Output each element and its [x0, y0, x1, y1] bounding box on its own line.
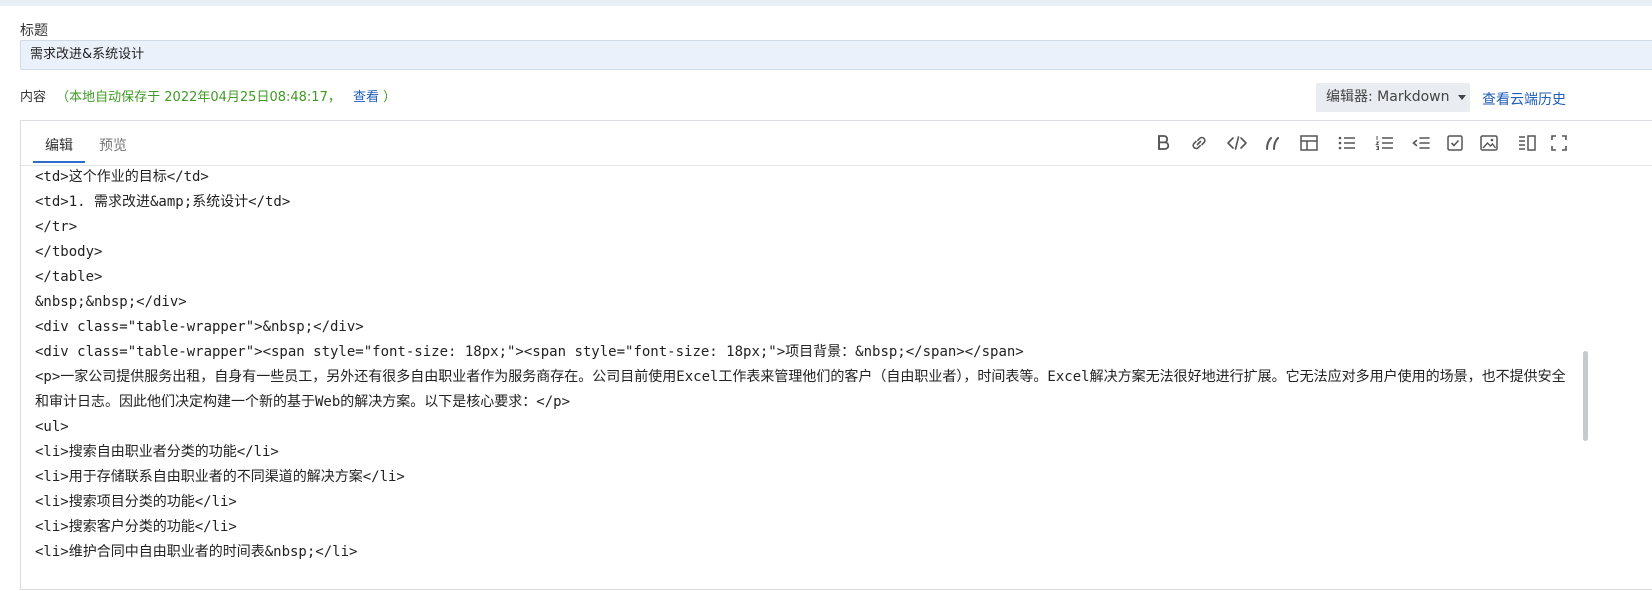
code-line: <li>用于存储联系自由职业者的不同渠道的解决方案</li> — [35, 469, 405, 485]
outdent-icon[interactable] — [1409, 131, 1433, 155]
code-line: <div class="table-wrapper"><span style="… — [35, 344, 1024, 360]
checkbox-icon[interactable] — [1443, 131, 1467, 155]
link-icon[interactable] — [1187, 131, 1211, 155]
code-line: <td>这个作业的目标</td> — [35, 169, 209, 185]
cloud-history-link[interactable]: 查看云端历史 — [1482, 89, 1566, 109]
active-tab-indicator — [33, 161, 85, 163]
code-line: </tbody> — [35, 244, 103, 260]
editor-header: 编辑 预览 — [21, 121, 1652, 166]
fullscreen-icon[interactable] — [1547, 131, 1571, 155]
code-line: <li>搜索自由职业者分类的功能</li> — [35, 444, 279, 460]
tab-edit[interactable]: 编辑 — [45, 135, 73, 155]
split-view-icon[interactable] — [1515, 131, 1539, 155]
code-line: <li>维护合同中自由职业者的时间表&nbsp;</li> — [35, 544, 358, 560]
code-line: <li>搜索项目分类的功能</li> — [35, 494, 237, 510]
autosave-close: ） — [383, 90, 397, 105]
editor-type-label: 编辑器: Markdown — [1326, 89, 1450, 105]
code-line: </table> — [35, 269, 103, 285]
editor-type-dropdown[interactable]: 编辑器: Markdown — [1316, 83, 1470, 112]
code-line: <li>搜索客户分类的功能</li> — [35, 519, 237, 535]
code-line: </tr> — [35, 219, 78, 235]
content-row: 内容 （本地自动保存于 2022年04月25日08:48:17， 查看 ） — [20, 88, 396, 108]
autosave-text: （本地自动保存于 2022年04月25日08:48:17， — [56, 90, 341, 105]
top-strip — [0, 0, 1652, 6]
tab-preview[interactable]: 预览 — [99, 135, 127, 155]
code-line: <ul> — [35, 419, 69, 435]
title-label: 标题 — [20, 23, 48, 39]
bold-icon[interactable] — [1151, 131, 1175, 155]
markdown-editor: 编辑 预览 <td>这个作业的目标</td> <td>1. 需求改进&amp;系… — [20, 120, 1652, 590]
autosave-status: （本地自动保存于 2022年04月25日08:48:17， 查看 ） — [56, 90, 396, 105]
table-icon[interactable] — [1297, 131, 1321, 155]
caret-down-icon — [1457, 94, 1466, 100]
content-label: 内容 — [20, 90, 47, 105]
title-input[interactable]: 需求改进&系统设计 — [20, 40, 1652, 70]
code-line: <td>1. 需求改进&amp;系统设计</td> — [35, 194, 291, 210]
unordered-list-icon[interactable] — [1335, 131, 1359, 155]
editor-scrollbar[interactable] — [1583, 351, 1588, 441]
code-line: &nbsp;&nbsp;</div> — [35, 294, 187, 310]
code-line: <div class="table-wrapper">&nbsp;</div> — [35, 319, 364, 335]
view-autosave-link[interactable]: 查看 — [353, 90, 379, 105]
image-icon[interactable] — [1477, 131, 1501, 155]
code-editor-area[interactable]: <td>这个作业的目标</td> <td>1. 需求改进&amp;系统设计</t… — [21, 165, 1581, 591]
ordered-list-icon[interactable] — [1373, 131, 1397, 155]
code-line: <p>一家公司提供服务出租，自身有一些员工，另外还有很多自由职业者作为服务商存在… — [35, 369, 1566, 410]
code-icon[interactable] — [1225, 131, 1249, 155]
quote-icon[interactable] — [1261, 131, 1285, 155]
